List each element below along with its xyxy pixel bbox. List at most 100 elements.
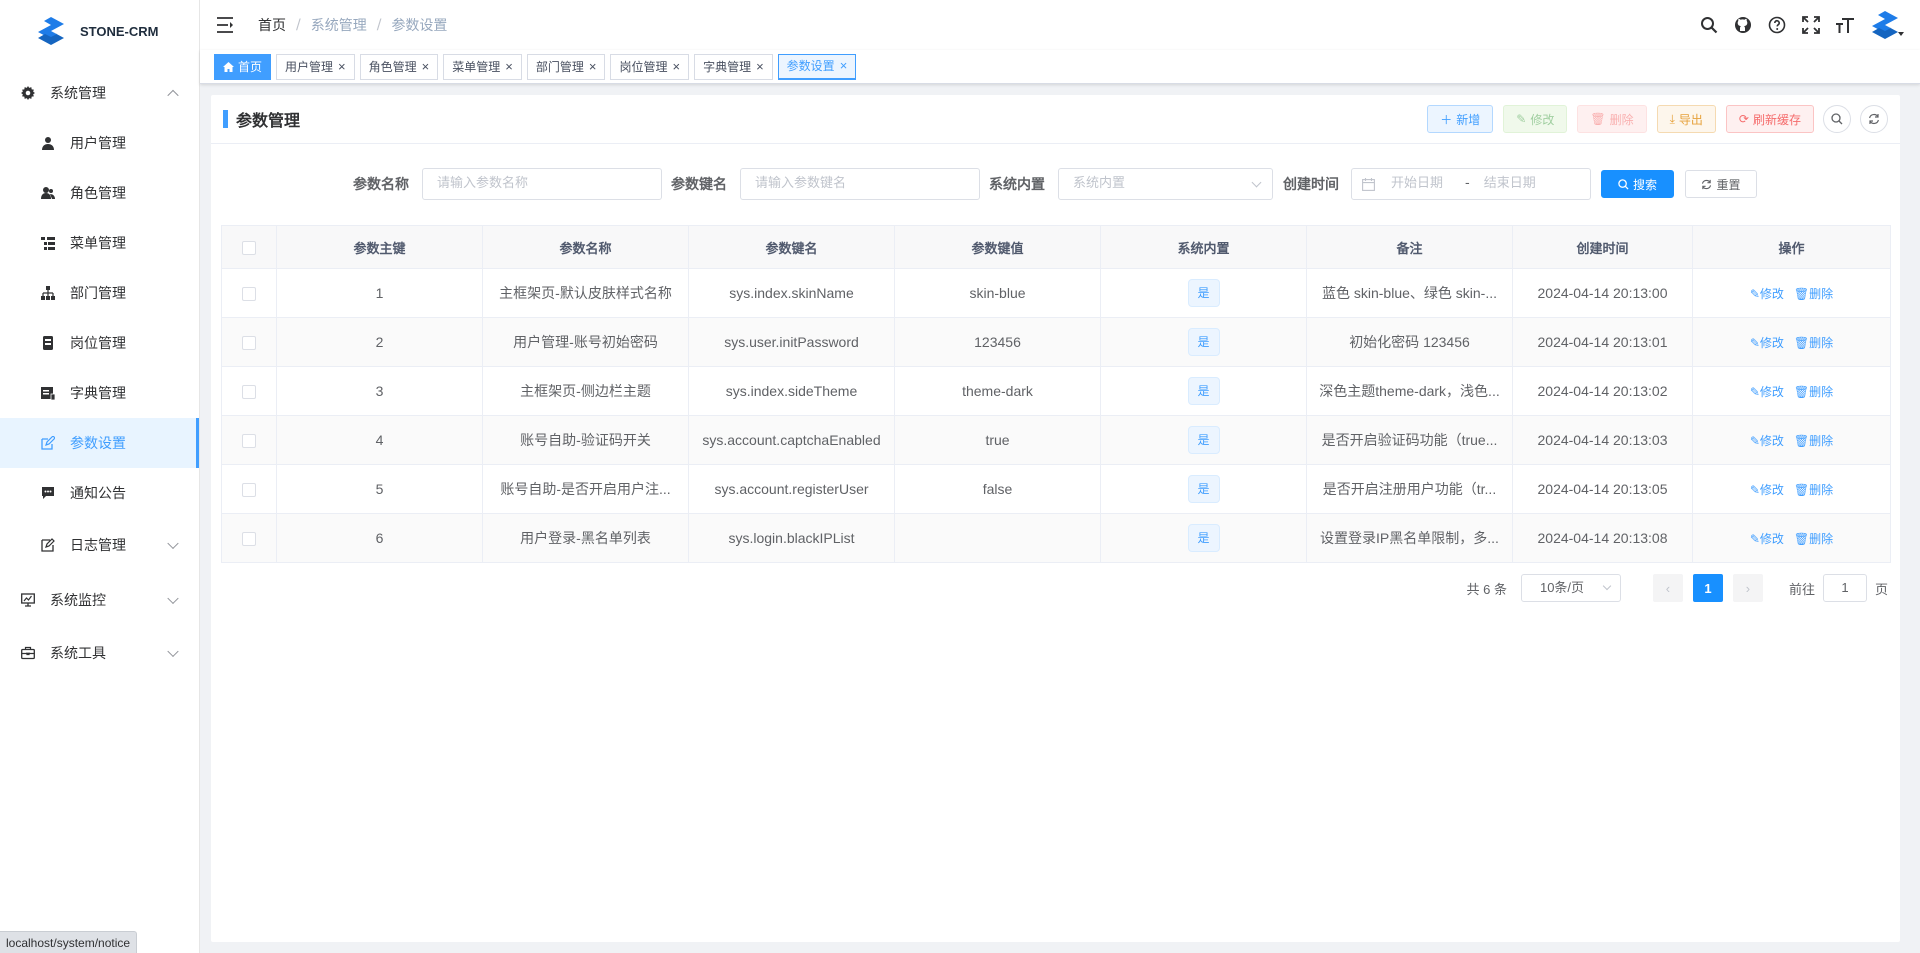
help-icon[interactable] — [1760, 0, 1794, 50]
close-icon[interactable]: × — [840, 54, 848, 78]
row-checkbox[interactable] — [242, 287, 256, 302]
row-edit-button[interactable]: ✎修改 — [1750, 532, 1784, 546]
tag-home[interactable]: 首页 — [214, 53, 272, 80]
cell-remark: 是否开启注册用户功能（tr... — [1306, 464, 1513, 514]
fullscreen-icon[interactable] — [1794, 0, 1828, 50]
end-date-input[interactable]: 结束日期 — [1484, 169, 1536, 199]
refresh-cache-button[interactable]: ⟳ 刷新缓存 — [1725, 105, 1814, 133]
close-icon[interactable]: × — [422, 55, 430, 79]
cell-id: 1 — [276, 268, 483, 318]
trash-icon: 🗑 — [1793, 384, 1810, 399]
config-type-select[interactable]: 系统内置 — [1058, 168, 1273, 200]
edit-button[interactable]: ✎ 修改 — [1503, 105, 1568, 133]
sidebar-item-menu[interactable]: 菜单管理 — [0, 218, 199, 268]
calendar-icon — [1362, 177, 1375, 191]
hamburger-icon[interactable] — [216, 15, 236, 35]
close-icon[interactable]: × — [338, 55, 346, 79]
page-number[interactable]: 1 — [1692, 574, 1723, 602]
chevron-up-icon — [167, 89, 179, 102]
tag-config[interactable]: 参数设置 × — [777, 53, 857, 80]
tag-role[interactable]: 角色管理 × — [359, 53, 439, 80]
col-header: 参数名称 — [482, 225, 689, 269]
toggle-search-button[interactable] — [1823, 105, 1851, 133]
search-icon — [1831, 113, 1843, 125]
close-icon[interactable]: × — [589, 55, 597, 79]
breadcrumb-home[interactable]: 首页 — [258, 15, 286, 35]
goto-page-input[interactable]: 1 — [1822, 574, 1867, 602]
row-edit-button[interactable]: ✎修改 — [1750, 287, 1784, 301]
start-date-input[interactable]: 开始日期 — [1391, 169, 1451, 199]
tag-menu[interactable]: 菜单管理 × — [443, 53, 522, 80]
builtin-badge: 是 — [1187, 426, 1220, 454]
row-checkbox[interactable] — [242, 483, 256, 498]
chevron-down-icon — [1602, 581, 1612, 591]
table-row[interactable]: 1 主框架页-默认皮肤样式名称 sys.index.skinName skin-blu… — [221, 268, 1891, 318]
breadcrumb-system[interactable]: 系统管理 — [311, 15, 367, 35]
sidebar-item-dept[interactable]: 部门管理 — [0, 268, 199, 318]
cell-value: theme-dark — [894, 366, 1101, 416]
search-button[interactable]: 搜索 — [1601, 170, 1674, 198]
row-checkbox[interactable] — [242, 385, 256, 400]
reset-button[interactable]: 重置 — [1685, 170, 1757, 198]
row-edit-button[interactable]: ✎修改 — [1750, 434, 1784, 448]
delete-button[interactable]: 🗑 删除 — [1577, 105, 1647, 133]
row-edit-button[interactable]: ✎修改 — [1750, 336, 1784, 350]
sidebar-item-post[interactable]: 岗位管理 — [0, 318, 199, 368]
config-name-input[interactable]: 请输入参数名称 — [422, 168, 662, 200]
close-icon[interactable]: × — [756, 55, 764, 79]
sidebar-item-user[interactable]: 用户管理 — [0, 118, 199, 168]
sidebar-group-system[interactable]: 系统管理 — [0, 68, 199, 118]
cell-created: 2024-04-14 20:13:05 — [1512, 464, 1693, 514]
close-icon[interactable]: × — [672, 55, 680, 79]
avatar[interactable] — [1862, 0, 1920, 50]
tag-dict[interactable]: 字典管理 × — [694, 53, 773, 80]
logo[interactable]: STONE-CRM — [0, 0, 199, 62]
add-button[interactable]: ＋新增 — [1427, 105, 1494, 133]
table-row[interactable]: 6 用户登录-黑名单列表 sys.login.blackIPList 是 设置登录IP黑… — [221, 513, 1891, 563]
sidebar-item-role[interactable]: 角色管理 — [0, 168, 199, 218]
config-key-input[interactable]: 请输入参数键名 — [740, 168, 980, 200]
row-edit-button[interactable]: ✎修改 — [1750, 483, 1784, 497]
date-range-picker[interactable]: 开始日期 - 结束日期 — [1351, 168, 1591, 200]
next-page-button[interactable]: › — [1732, 574, 1763, 602]
row-delete-button[interactable]: 🗑删除 — [1794, 336, 1833, 350]
col-header: 系统内置 — [1100, 225, 1307, 269]
trash-icon: 🗑 — [1590, 112, 1606, 126]
table-row[interactable]: 5 账号自助-是否开启用户注... sys.account.registerUser… — [221, 464, 1891, 514]
refresh-button[interactable] — [1860, 105, 1888, 133]
sidebar-item-log[interactable]: 日志管理 — [0, 518, 199, 572]
main-card: 参数管理 ＋新增 ✎ 修改 🗑 删除 ⤓ 导出 ⟳ 刷新缓存 参数名称 请输入参数名称 … — [211, 95, 1900, 942]
row-delete-button[interactable]: 🗑删除 — [1794, 287, 1833, 301]
tag-user[interactable]: 用户管理 × — [276, 53, 355, 80]
sidebar-item-config[interactable]: 参数设置 — [0, 418, 199, 468]
search-icon[interactable] — [1692, 0, 1726, 50]
tags-view: 首页 用户管理 × 角色管理 × 菜单管理 × 部门管理 × 岗位管理 × 字典管理 × 参… — [200, 50, 1920, 84]
row-checkbox[interactable] — [242, 336, 256, 351]
tag-post[interactable]: 岗位管理 × — [610, 53, 690, 80]
row-delete-button[interactable]: 🗑删除 — [1794, 532, 1833, 546]
export-button[interactable]: ⤓ 导出 — [1656, 105, 1716, 133]
page-size-select[interactable]: 10条/页 — [1520, 574, 1621, 602]
close-icon[interactable]: × — [505, 55, 513, 79]
sidebar-item-notice[interactable]: 通知公告 — [0, 468, 199, 518]
log-icon — [40, 537, 56, 553]
select-all-checkbox[interactable] — [242, 240, 256, 255]
row-delete-button[interactable]: 🗑删除 — [1794, 385, 1833, 399]
table-row[interactable]: 4 账号自助-验证码开关 sys.account.captchaEnabled tru… — [221, 415, 1891, 465]
sidebar-group-monitor[interactable]: 系统监控 — [0, 572, 199, 628]
prev-page-button[interactable]: ‹ — [1652, 574, 1683, 602]
row-delete-button[interactable]: 🗑删除 — [1794, 483, 1833, 497]
row-delete-button[interactable]: 🗑删除 — [1794, 434, 1833, 448]
font-size-icon[interactable] — [1828, 0, 1862, 50]
sidebar-group-tools[interactable]: 系统工具 — [0, 628, 199, 678]
tag-dept[interactable]: 部门管理 × — [526, 53, 606, 80]
row-edit-button[interactable]: ✎修改 — [1750, 385, 1784, 399]
table-row[interactable]: 3 主框架页-侧边栏主题 sys.index.sideTheme theme-dark… — [221, 366, 1891, 416]
row-checkbox[interactable] — [242, 434, 256, 449]
row-checkbox[interactable] — [242, 532, 256, 547]
table-row[interactable]: 2 用户管理-账号初始密码 sys.user.initPassword 123456 是… — [221, 317, 1891, 367]
refresh-icon — [1869, 113, 1879, 125]
table-header: 参数主键 参数名称 参数键名 参数键值 系统内置 备注 创建时间 操作 — [221, 225, 1891, 269]
sidebar-item-dict[interactable]: 字典管理 — [0, 368, 199, 418]
github-icon[interactable] — [1726, 0, 1760, 50]
